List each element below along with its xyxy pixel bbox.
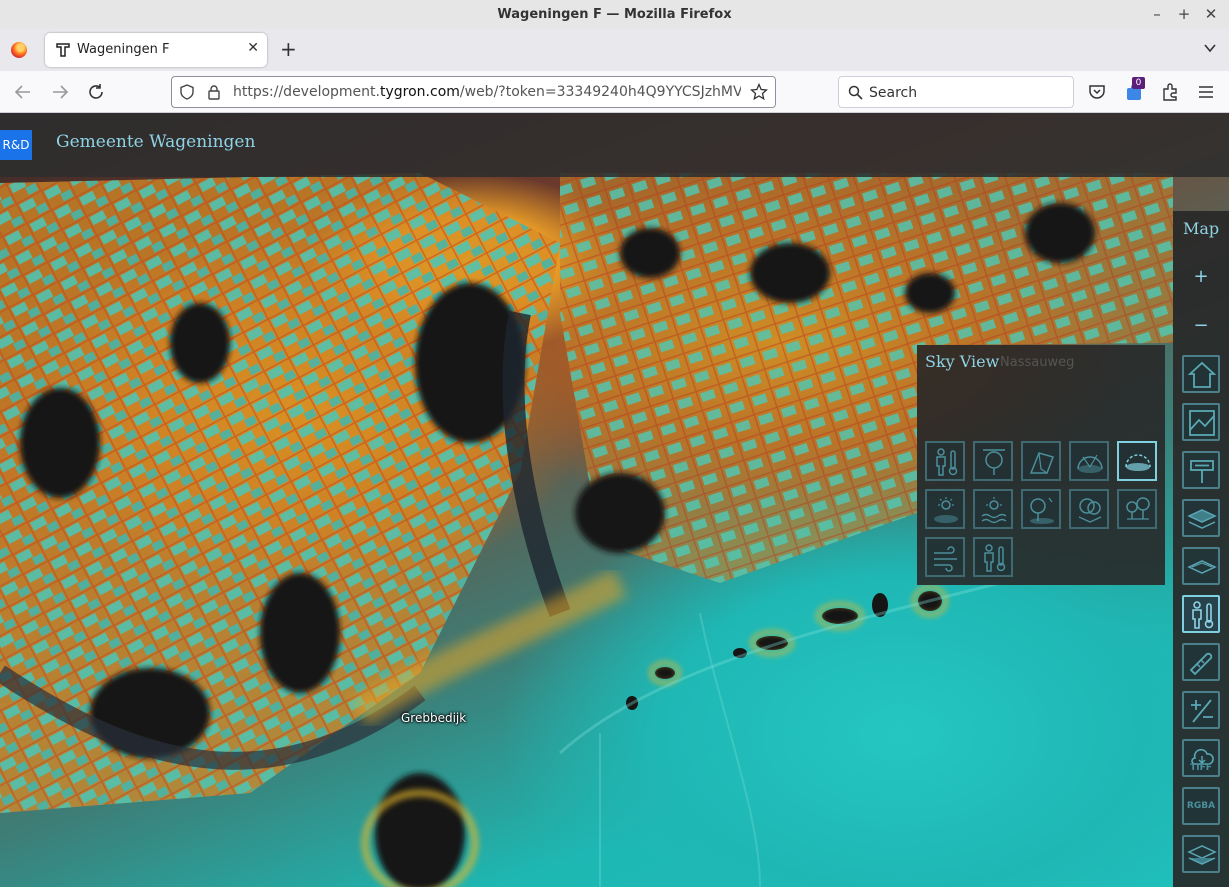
sky-view-ghost-label: Nassauweg xyxy=(1000,355,1075,370)
person-temperature-2-button[interactable] xyxy=(973,537,1013,577)
layers-bottom-icon xyxy=(1187,845,1217,865)
search-placeholder: Search xyxy=(869,85,918,101)
search-icon xyxy=(848,85,863,100)
ruler-button[interactable] xyxy=(1182,643,1220,681)
maximize-button[interactable]: + xyxy=(1173,4,1195,24)
sign-button[interactable] xyxy=(1182,451,1220,489)
layers-bottom-button[interactable] xyxy=(1182,835,1220,873)
sky-dome-icon xyxy=(1125,454,1151,471)
window-title-bar: Wageningen F — Mozilla Firefox – + ✕ xyxy=(0,0,1229,29)
layers-icon xyxy=(1187,509,1217,529)
downloads-button[interactable]: 0 xyxy=(1123,77,1145,103)
tree-canopy-button[interactable] xyxy=(1069,489,1109,529)
terrain-button[interactable] xyxy=(1182,403,1220,441)
search-bar[interactable]: Search xyxy=(838,76,1074,108)
sun-water-button[interactable] xyxy=(973,489,1013,529)
tab-label: Wageningen F xyxy=(77,42,170,57)
firefox-window: Wageningen F — Mozilla Firefox – + ✕ Wag… xyxy=(0,0,1229,887)
shield-icon[interactable] xyxy=(179,84,195,100)
sky-dome-angle-icon xyxy=(1077,454,1103,473)
sky-dome-button[interactable] xyxy=(1117,441,1157,481)
zoom-in-button[interactable]: + xyxy=(1173,266,1229,287)
sky-view-panel: Sky View Nassauweg xyxy=(917,345,1165,585)
person-temperature-2-icon xyxy=(984,544,1006,572)
tree-canopy-icon xyxy=(1078,498,1102,523)
terrain-icon xyxy=(1189,410,1215,436)
chevron-down-icon[interactable] xyxy=(1203,41,1217,55)
rgba-button[interactable]: RGBA xyxy=(1182,787,1220,825)
forward-icon[interactable] xyxy=(49,81,71,103)
layers-button[interactable] xyxy=(1182,499,1220,537)
layer-flat-button[interactable] xyxy=(1182,547,1220,585)
tiff-label: TIFF xyxy=(1190,763,1212,773)
extensions-icon[interactable] xyxy=(1159,81,1181,103)
bookmark-area xyxy=(741,77,775,107)
window-title: Wageningen F — Mozilla Firefox xyxy=(497,7,732,22)
layer-flat-icon xyxy=(1187,560,1217,574)
thermometer-person-icon xyxy=(1192,601,1214,629)
person-temperature-icon xyxy=(936,448,958,476)
person-temperature-button[interactable] xyxy=(925,441,965,481)
new-tab-button[interactable]: + xyxy=(280,37,297,61)
url-text[interactable]: https://development.tygron.com/web/?toke… xyxy=(233,84,776,100)
lock-icon[interactable] xyxy=(206,84,222,100)
sun-ground-icon xyxy=(934,497,958,523)
sun-ground-button[interactable] xyxy=(925,489,965,529)
rd-badge[interactable]: R&D xyxy=(0,130,32,160)
rgba-label: RGBA xyxy=(1186,801,1216,811)
trees-button[interactable] xyxy=(1117,489,1157,529)
map-label: Map xyxy=(1183,219,1220,238)
plus-minus-button[interactable] xyxy=(1182,691,1220,729)
tree-temperature-icon xyxy=(1030,497,1054,524)
url-prefix: https://development. xyxy=(233,84,380,100)
street-label: Grebbedijk xyxy=(401,711,467,725)
project-title: Gemeente Wageningen xyxy=(56,132,256,152)
star-icon[interactable] xyxy=(750,83,768,101)
menu-icon[interactable] xyxy=(1195,81,1217,103)
tiff-export-button[interactable]: TIFF xyxy=(1182,739,1220,777)
home-button[interactable] xyxy=(1182,355,1220,393)
tree-measure-icon xyxy=(983,449,1005,475)
tab-strip: Wageningen F ✕ + xyxy=(0,29,1229,71)
building-shade-button[interactable] xyxy=(1021,441,1061,481)
ruler-icon xyxy=(1189,652,1213,676)
minimize-button[interactable]: – xyxy=(1146,4,1168,24)
close-window-button[interactable]: ✕ xyxy=(1200,4,1222,24)
map-viewport[interactable]: R&D Gemeente Wageningen Grebbedijk Sky V… xyxy=(0,113,1229,887)
plus-minus-icon xyxy=(1191,699,1213,723)
downloads-badge: 0 xyxy=(1132,77,1145,89)
home-icon xyxy=(1187,361,1217,388)
sun-water-icon xyxy=(981,497,1007,524)
tree-measure-button[interactable] xyxy=(973,441,1013,481)
navigation-bar: https://development.tygron.com/web/?toke… xyxy=(0,71,1229,113)
tab-close-icon[interactable]: ✕ xyxy=(247,40,259,56)
thermometer-person-button[interactable] xyxy=(1182,595,1220,633)
tree-temperature-button[interactable] xyxy=(1021,489,1061,529)
building-shade-icon xyxy=(1029,452,1054,474)
back-icon[interactable] xyxy=(12,81,34,103)
firefox-logo-icon xyxy=(11,42,27,58)
url-domain: tygron.com xyxy=(380,84,460,100)
reload-icon[interactable] xyxy=(85,81,107,103)
trees-icon xyxy=(1126,497,1150,520)
tygron-favicon-icon xyxy=(56,43,70,57)
wind-button[interactable] xyxy=(925,537,965,577)
sky-dome-angle-button[interactable] xyxy=(1069,441,1109,481)
zoom-out-button[interactable]: − xyxy=(1173,315,1229,336)
pocket-icon[interactable] xyxy=(1086,81,1108,103)
sign-icon xyxy=(1190,460,1214,483)
map-toolbar: Map + − TIFF RGBA xyxy=(1173,211,1229,887)
sky-view-title: Sky View xyxy=(925,352,1000,371)
app-header: R&D Gemeente Wageningen xyxy=(0,113,1229,177)
url-bar[interactable]: https://development.tygron.com/web/?toke… xyxy=(171,76,776,108)
wind-icon xyxy=(934,546,957,572)
url-suffix: /web/?token=33349240h4Q9YYCSJzhMVrDfudz xyxy=(459,84,776,100)
tab-wageningen[interactable]: Wageningen F ✕ xyxy=(45,33,267,67)
